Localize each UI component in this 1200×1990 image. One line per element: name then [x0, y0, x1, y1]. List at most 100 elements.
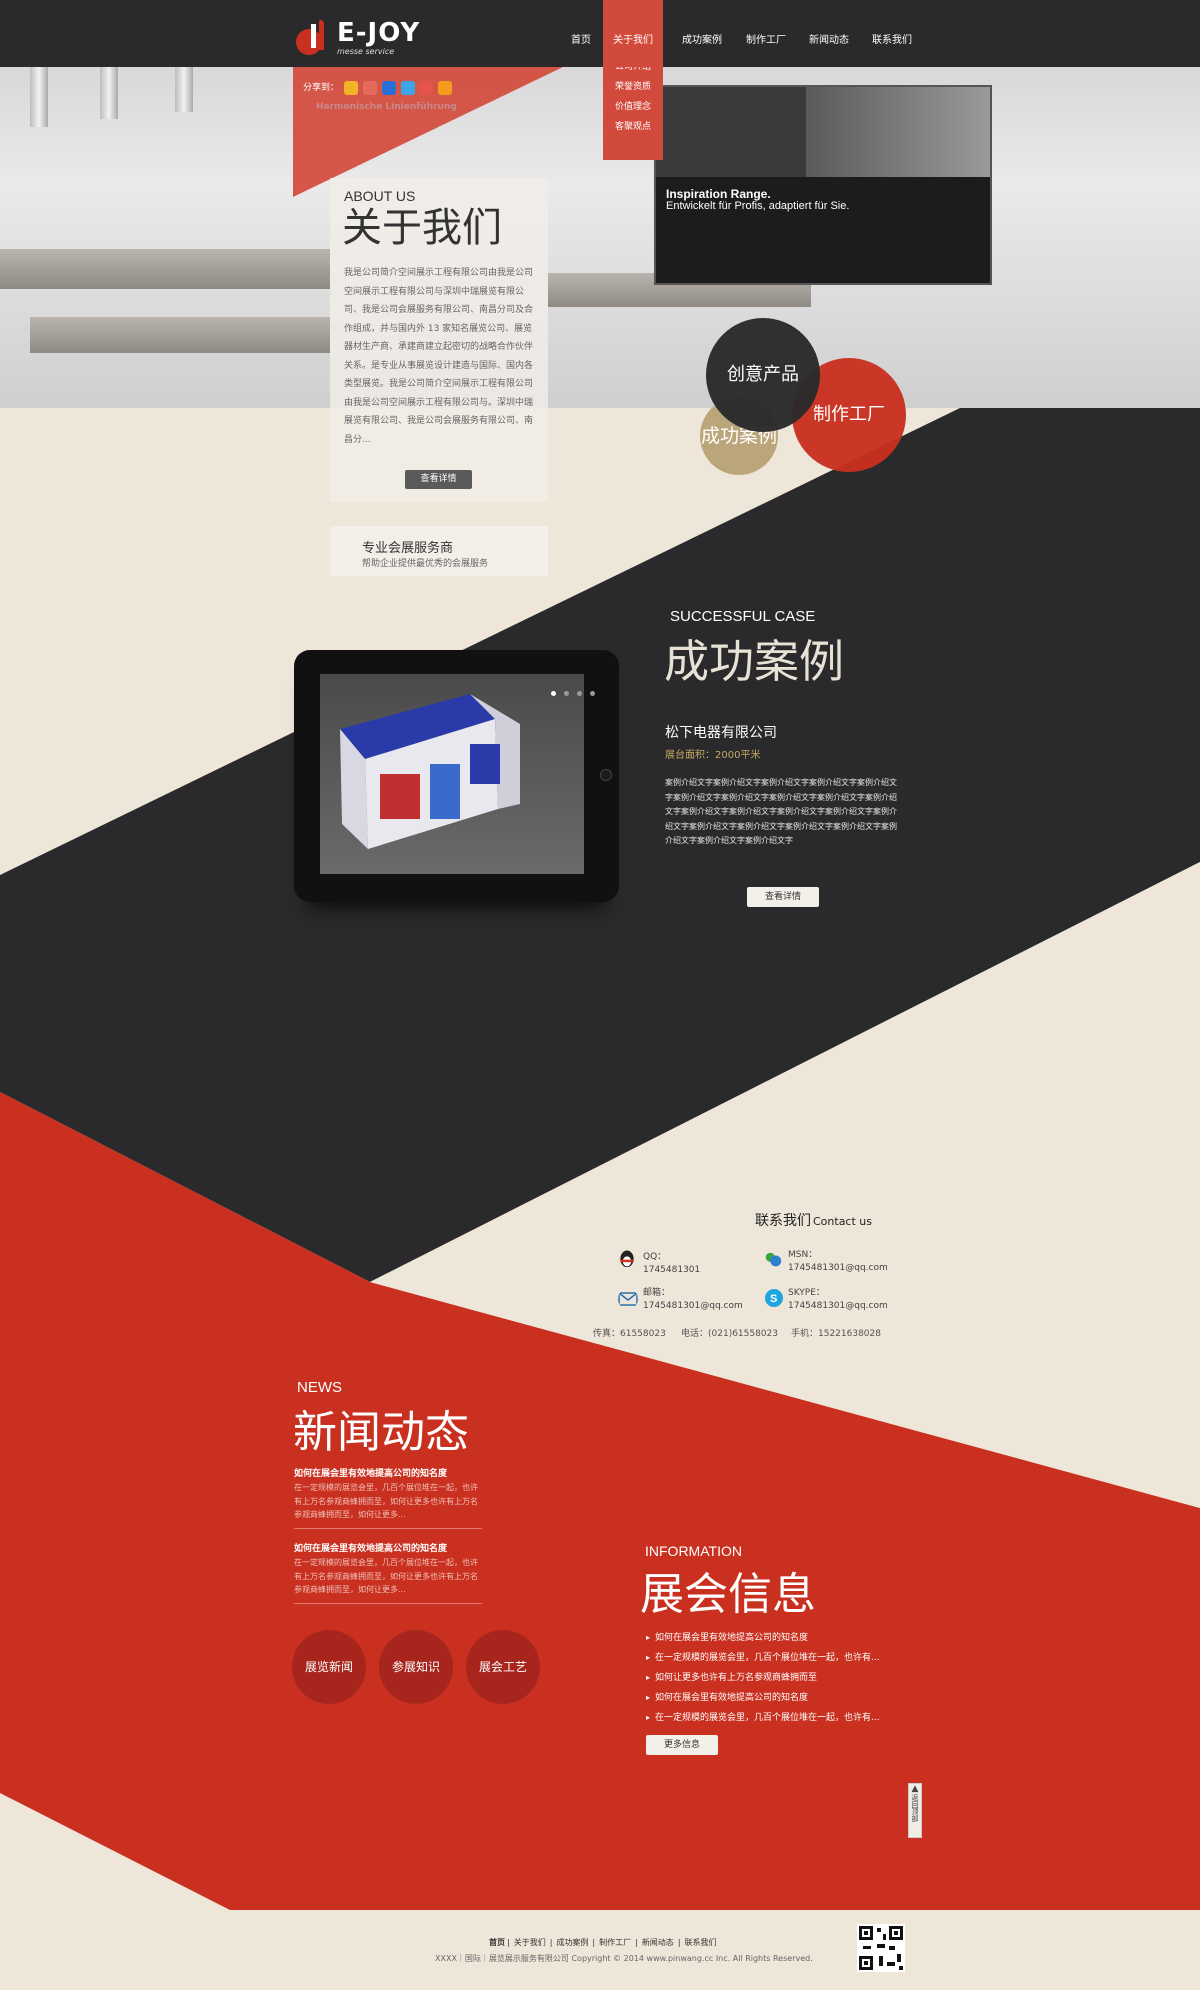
carousel-dot-1[interactable]	[551, 691, 556, 696]
dropdown-honors[interactable]: 荣誉资质	[603, 80, 663, 94]
news-divider-1	[294, 1528, 482, 1529]
info-item-2[interactable]: 在一定规模的展览会里，几百个展位堆在一起，也许有...	[646, 1650, 880, 1663]
news-item-2-title[interactable]: 如何在展会里有效地提高公司的知名度	[294, 1541, 447, 1554]
case-area: 展台面积：2000平米	[665, 750, 761, 761]
about-detail-button[interactable]: 查看详情	[405, 470, 472, 489]
hero-faint-text: Harmonische Linienführung	[316, 102, 457, 112]
renren-icon[interactable]	[381, 80, 396, 95]
qq-label: QQ：	[643, 1252, 667, 1262]
carousel-dots	[548, 681, 596, 700]
pro-title: 专业会展服务商	[362, 541, 454, 556]
footer-nav-about[interactable]: 关于我们	[514, 1938, 546, 1947]
logo[interactable]: E-JOY messe service	[293, 18, 433, 58]
circle-creative[interactable]: 创意产品	[706, 318, 820, 432]
contact-fax: 传真：61558023	[593, 1329, 666, 1339]
skype-info: SKYPE： 1745481301@qq.com	[788, 1287, 888, 1313]
skype-label: SKYPE：	[788, 1288, 825, 1298]
more-share-icon[interactable]	[438, 80, 453, 95]
photo-title: Inspiration Range.	[666, 187, 771, 201]
exhibition-booth-icon	[340, 694, 520, 849]
news-title-cn: 新闻动态	[293, 1407, 469, 1458]
footer-nav-factory[interactable]: 制作工厂	[599, 1938, 631, 1947]
case-company: 松下电器有限公司	[665, 725, 777, 741]
carousel-dot-3[interactable]	[577, 691, 583, 696]
mail-label: 邮箱：	[643, 1288, 671, 1298]
pro-subtitle: 帮助企业提供最优秀的会展服务	[362, 559, 489, 569]
carousel-dot-2[interactable]	[564, 691, 570, 696]
qq-icon	[620, 1250, 634, 1268]
dropdown-views[interactable]: 客聚观点	[603, 120, 663, 134]
arrow-up-icon: ▲	[911, 1784, 919, 1794]
share-bar: 分享到：	[303, 80, 453, 95]
skype-value: 1745481301@qq.com	[788, 1301, 888, 1311]
about-text: 我是公司简介空间展示工程有限公司由我是公司空间展示工程有限公司与深圳中瑞展览有限…	[344, 268, 534, 445]
carousel-dot-4[interactable]	[590, 691, 596, 696]
footer-copyright: XXXX｜国际｜展览展示服务有限公司 Copyright © 2014 www.…	[435, 1954, 813, 1963]
tablet-home-button	[600, 769, 612, 781]
back-to-top-button[interactable]: ▲ 返回顶部	[908, 1783, 922, 1838]
footer-nav-home[interactable]: 首页	[489, 1938, 505, 1947]
info-item-3[interactable]: 如何让更多也许有上万名参观商蜂拥而至	[646, 1670, 817, 1683]
news-title-en: NEWS	[297, 1379, 342, 1396]
qq-info: QQ： 1745481301	[643, 1251, 700, 1277]
qr-code-graphic	[859, 1926, 903, 1970]
tencent-weibo-icon[interactable]	[419, 80, 434, 95]
contact-title-en: Contact us	[813, 1215, 872, 1228]
nav-cases[interactable]: 成功案例	[672, 0, 732, 67]
hero-banner: Inspiration Range. Entwickelt für Profis…	[0, 67, 1200, 408]
info-item-4[interactable]: 如何在展会里有效地提高公司的知名度	[646, 1690, 808, 1703]
counter-slab-2	[30, 317, 330, 353]
about-dropdown: 公司介绍 荣誉资质 价值理念 客聚观点	[603, 57, 663, 160]
nav-factory[interactable]: 制作工厂	[736, 0, 796, 67]
favorite-star-icon[interactable]	[343, 80, 358, 95]
nav-contact[interactable]: 联系我们	[862, 0, 922, 67]
contact-title-cn: 联系我们	[755, 1213, 811, 1229]
case-title-en: SUCCESSFUL CASE	[670, 608, 816, 625]
chef-area	[806, 87, 990, 179]
photo-subtitle: Entwickelt für Profis, adaptiert für Sie…	[666, 200, 850, 212]
range-hood-1	[30, 67, 48, 127]
qzone-icon[interactable]	[400, 80, 415, 95]
info-item-5[interactable]: 在一定规模的展览会里，几百个展位堆在一起，也许有...	[646, 1710, 880, 1723]
mail-value: 1745481301@qq.com	[643, 1301, 743, 1311]
about-title-en: ABOUT US	[344, 188, 416, 204]
nav-about[interactable]: 关于我们	[603, 0, 663, 67]
about-title-cn: 关于我们	[342, 205, 502, 251]
news-circle-craft[interactable]: 展会工艺	[466, 1630, 540, 1704]
qq-number: 1745481301	[643, 1265, 701, 1275]
case-detail-button[interactable]: 查看详情	[747, 887, 819, 907]
case-description: 案例介绍文字案例介绍文字案例介绍文字案例介绍文字案例介绍文字案例介绍文字案例介绍…	[665, 778, 897, 846]
range-hood-2	[100, 67, 118, 119]
footer-nav-contact[interactable]: 联系我们	[685, 1938, 717, 1947]
msn-icon	[765, 1252, 782, 1267]
about-box: ABOUT US 关于我们 我是公司简介空间展示工程有限公司由我是公司空间展示工…	[330, 178, 548, 502]
case-title-cn: 成功案例	[664, 635, 845, 688]
case-tablet	[294, 650, 619, 902]
news-circle-exhibition-news[interactable]: 展览新闻	[292, 1630, 366, 1704]
nav-home[interactable]: 首页	[558, 0, 604, 67]
info-more-button[interactable]: 更多信息	[646, 1735, 718, 1755]
hero-background	[0, 67, 1200, 408]
footer-nav-cases[interactable]: 成功案例	[556, 1938, 588, 1947]
info-title-en: INFORMATION	[645, 1543, 742, 1559]
nav-news[interactable]: 新闻动态	[799, 0, 859, 67]
news-item-1-title[interactable]: 如何在展会里有效地提高公司的知名度	[294, 1466, 447, 1479]
contact-mobile: 手机：15221638028	[791, 1329, 881, 1339]
range-hood-3	[175, 67, 193, 112]
info-item-1[interactable]: 如何在展会里有效地提高公司的知名度	[646, 1630, 808, 1643]
news-circle-knowledge[interactable]: 参展知识	[379, 1630, 453, 1704]
footer-nav: 首页 | 关于我们 | 成功案例 | 制作工厂 | 新闻动态 | 联系我们	[489, 1938, 717, 1947]
kitchen-photo: Inspiration Range. Entwickelt für Profis…	[654, 85, 992, 285]
skype-icon: S	[765, 1289, 783, 1307]
msn-info: MSN： 1745481301@qq.com	[788, 1249, 888, 1275]
mail-icon	[618, 1292, 638, 1306]
logo-subtitle: messe service	[337, 47, 395, 56]
dropdown-values[interactable]: 价值理念	[603, 100, 663, 114]
counter-slab-1	[0, 249, 330, 289]
back-to-top-label: 返回顶部	[911, 1794, 919, 1822]
svg-text:S: S	[770, 1293, 777, 1305]
news-item-1-text: 在一定规模的展览会里，几百个展位堆在一起，也许有上万名参观商蜂拥而至，如何让更多…	[294, 1483, 478, 1519]
news-divider-2	[294, 1603, 482, 1604]
footer-nav-news[interactable]: 新闻动态	[642, 1938, 674, 1947]
weibo-icon[interactable]	[362, 80, 377, 95]
